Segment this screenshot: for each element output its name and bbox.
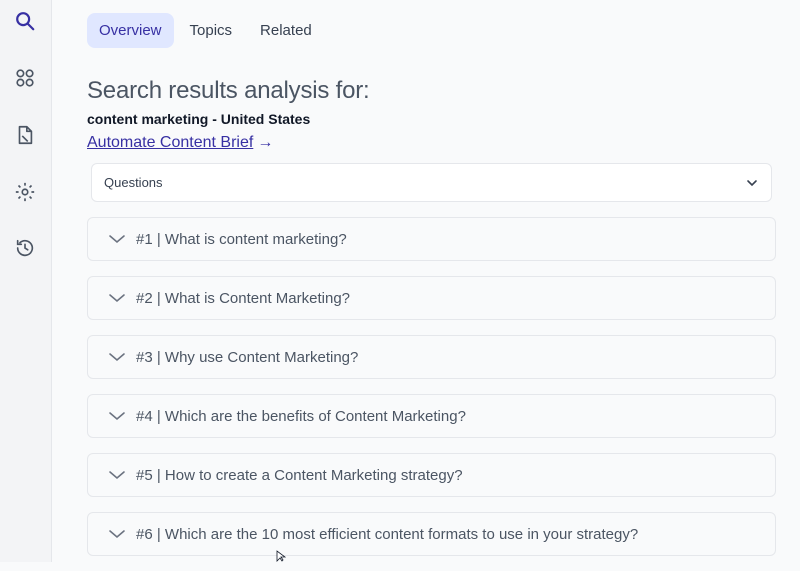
question-label: #6 | Which are the 10 most efficient con…: [136, 525, 639, 543]
question-label: #5 | How to create a Content Marketing s…: [136, 466, 463, 484]
page-title: Search results analysis for:: [87, 77, 370, 104]
question-item-3[interactable]: #3 | Why use Content Marketing?: [87, 335, 776, 379]
tab-bar: Overview Topics Related: [87, 13, 324, 48]
brief-link-label: Automate Content Brief: [87, 134, 254, 151]
settings-icon[interactable]: [13, 180, 37, 204]
filter-select-value: Questions: [104, 175, 163, 190]
search-icon[interactable]: [13, 9, 37, 33]
chevron-down-icon: [109, 530, 125, 539]
tab-overview[interactable]: Overview: [87, 13, 174, 48]
question-label: #4 | Which are the benefits of Content M…: [136, 407, 466, 425]
document-icon[interactable]: [13, 123, 37, 147]
sidebar: [0, 0, 52, 562]
arrow-right-icon: →: [257, 134, 274, 151]
chevron-down-icon: [109, 353, 125, 362]
questions-list: #1 | What is content marketing? #2 | Wha…: [87, 217, 776, 571]
search-query: content marketing - United States: [87, 111, 311, 127]
question-label: #1 | What is content marketing?: [136, 230, 347, 248]
tab-related[interactable]: Related: [248, 13, 324, 48]
question-item-6[interactable]: #6 | Which are the 10 most efficient con…: [87, 512, 776, 556]
chevron-down-icon: [109, 294, 125, 303]
filter-select[interactable]: Questions: [91, 163, 772, 202]
question-label: #2 | What is Content Marketing?: [136, 289, 350, 307]
question-label: #3 | Why use Content Marketing?: [136, 348, 359, 366]
dashboard-icon[interactable]: [13, 66, 37, 90]
main-panel: Overview Topics Related Search results a…: [52, 0, 800, 562]
question-item-2[interactable]: #2 | What is Content Marketing?: [87, 276, 776, 320]
chevron-down-icon: [109, 412, 125, 421]
tab-topics[interactable]: Topics: [178, 13, 245, 48]
question-item-4[interactable]: #4 | Which are the benefits of Content M…: [87, 394, 776, 438]
question-item-5[interactable]: #5 | How to create a Content Marketing s…: [87, 453, 776, 497]
mouse-pointer-icon: [276, 550, 286, 562]
chevron-down-icon: [109, 471, 125, 480]
chevron-down-icon: [109, 235, 125, 244]
chevron-down-icon: [747, 180, 757, 187]
question-item-1[interactable]: #1 | What is content marketing?: [87, 217, 776, 261]
automate-content-brief-link[interactable]: Automate Content Brief →: [87, 134, 273, 152]
history-icon[interactable]: [13, 236, 37, 260]
